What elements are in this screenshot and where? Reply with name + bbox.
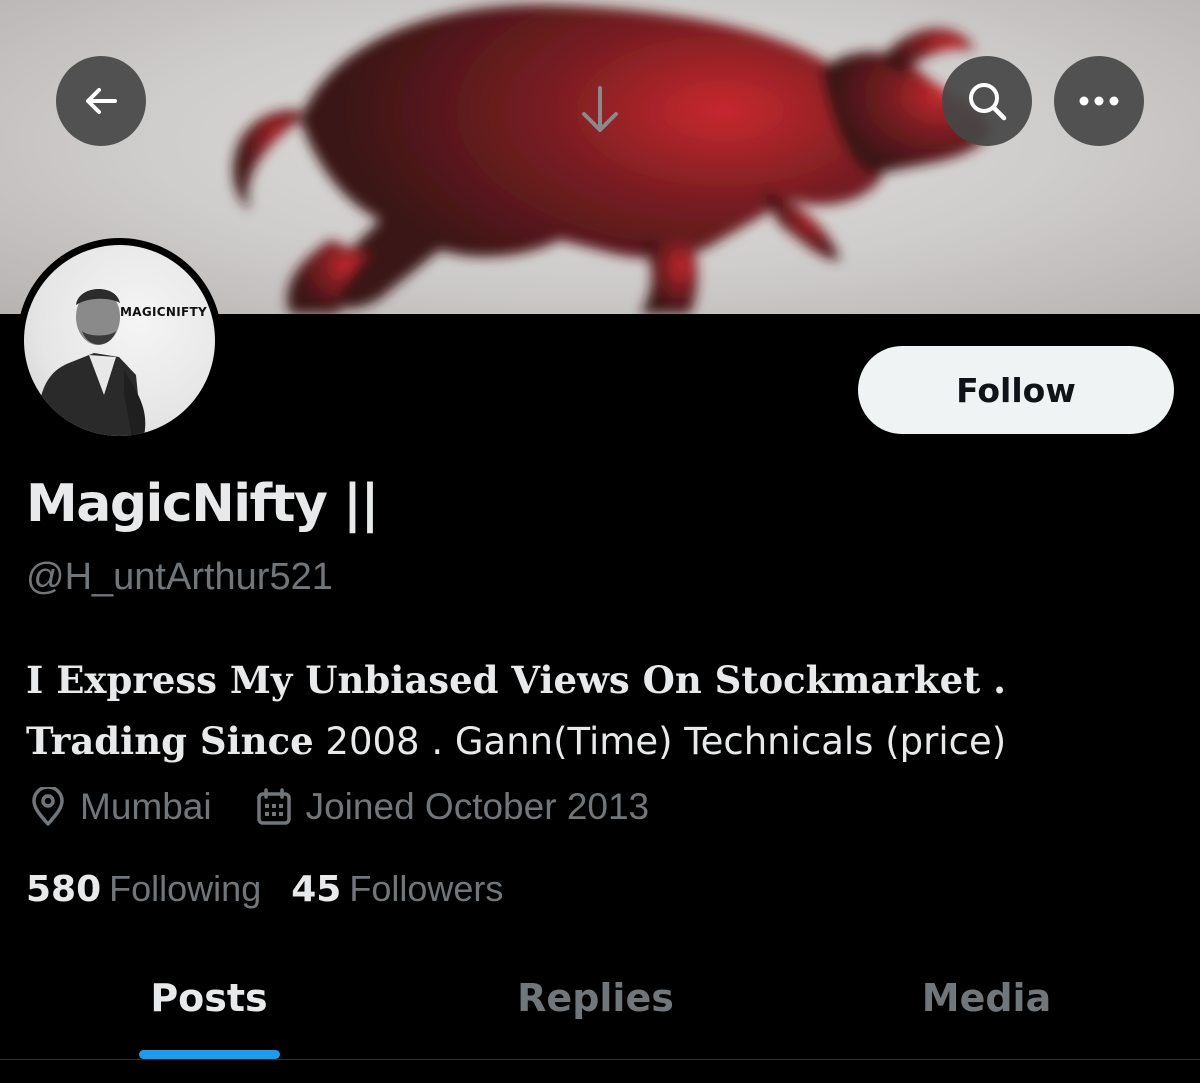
user-handle: @H_untArthur521 <box>26 556 333 598</box>
profile-meta: Mumbai Joined October 2013 <box>30 786 649 828</box>
tab-replies[interactable]: Replies <box>418 960 773 1060</box>
person-portrait-icon <box>36 288 146 436</box>
more-options-button[interactable] <box>1054 56 1144 146</box>
following-label: Following <box>109 868 262 909</box>
tab-media-label: Media <box>921 976 1052 1020</box>
active-tab-indicator <box>139 1050 280 1059</box>
arrow-down-icon <box>582 86 618 132</box>
avatar-image: MAGICNIFTY <box>24 245 215 436</box>
search-button[interactable] <box>942 56 1032 146</box>
following-count: 580 <box>26 869 102 910</box>
tabs-divider <box>0 1059 1200 1060</box>
followers-label: Followers <box>349 868 504 909</box>
location-text: Mumbai <box>80 786 212 827</box>
tab-posts[interactable]: Posts <box>0 960 418 1060</box>
profile-tabs: Posts Replies Media <box>0 960 1200 1060</box>
avatar[interactable]: MAGICNIFTY <box>17 238 222 443</box>
tab-replies-label: Replies <box>517 976 674 1020</box>
arrow-left-icon <box>86 88 117 114</box>
profile-bio: I Express My Unbiased Views On Stockmark… <box>26 650 1176 772</box>
joined-date: Joined October 2013 <box>256 786 650 828</box>
location-pin-icon <box>32 787 64 826</box>
back-button[interactable] <box>56 56 146 146</box>
display-name: MagicNifty || <box>26 474 380 534</box>
tab-media[interactable]: Media <box>773 960 1200 1060</box>
bio-line-1-text: I Express My Unbiased Views On Stockmark… <box>26 658 1006 702</box>
bio-line-1: I Express My Unbiased Views On Stockmark… <box>26 650 1176 711</box>
followers-link[interactable]: 45 Followers <box>291 868 503 910</box>
bio-line-2: Trading Since 2008 . Gann(Time) Technica… <box>26 711 1176 772</box>
search-icon <box>969 83 1007 121</box>
avatar-badge-text: MAGICNIFTY <box>120 305 207 319</box>
more-horizontal-icon <box>1079 96 1119 106</box>
followers-count: 45 <box>291 869 342 910</box>
bio-line-2-serif: Trading Since <box>26 719 314 763</box>
location: Mumbai <box>30 786 212 828</box>
follow-stats: 580 Following 45 Followers <box>26 868 503 910</box>
following-link[interactable]: 580 Following <box>26 868 261 910</box>
follow-button[interactable]: Follow <box>858 346 1174 434</box>
calendar-icon <box>256 788 291 825</box>
joined-text: Joined October 2013 <box>305 786 650 827</box>
bio-line-2-rest: 2008 . Gann(Time) Technicals (price) <box>313 720 1007 763</box>
tab-posts-label: Posts <box>150 976 268 1020</box>
